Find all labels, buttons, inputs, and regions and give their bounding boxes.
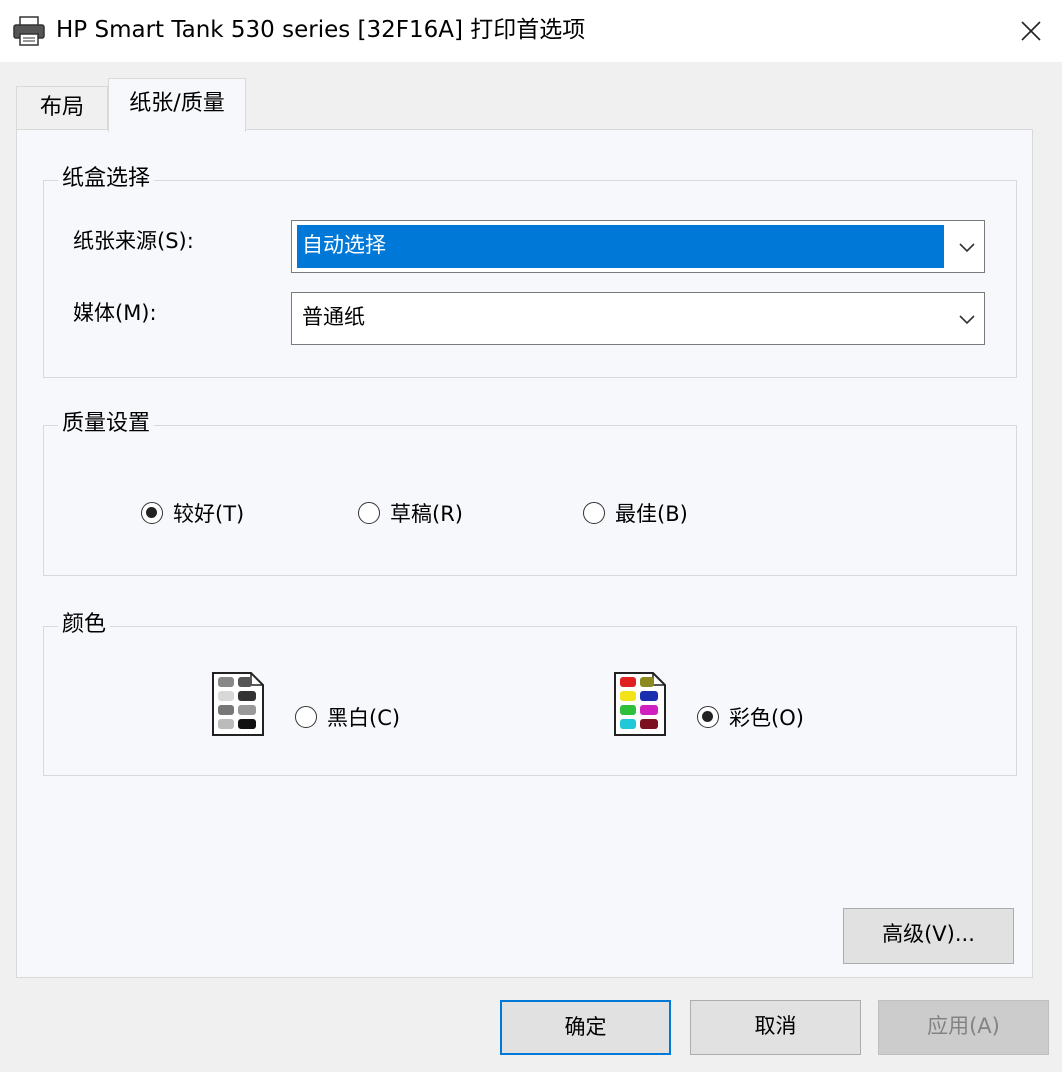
radio-circle — [141, 502, 163, 524]
chevron-down-icon — [959, 243, 975, 253]
media-dropdown[interactable]: 普通纸 — [291, 292, 985, 345]
radio-dot — [146, 507, 157, 518]
quality-draft-label: 草稿(R) — [390, 502, 463, 526]
chevron-down-icon — [959, 315, 975, 325]
apply-button: 应用(A) — [878, 1000, 1049, 1055]
quality-best-label: 最佳(B) — [615, 502, 688, 526]
quality-settings-legend: 质量设置 — [58, 408, 155, 440]
color-group: 颜色 黑白(C) 彩色(O) — [43, 609, 1017, 776]
selection-highlight — [297, 225, 944, 268]
quality-normal-radio[interactable]: 较好(T) — [141, 499, 261, 529]
color-color-label: 彩色(O) — [729, 706, 804, 730]
close-button[interactable] — [1000, 0, 1062, 62]
tab-layout[interactable]: 布局 — [16, 86, 108, 130]
radio-circle — [358, 502, 380, 524]
media-value: 普通纸 — [302, 305, 365, 329]
quality-draft-radio[interactable]: 草稿(R) — [358, 499, 478, 529]
apply-button-label: 应用(A) — [927, 1014, 1000, 1038]
grayscale-document-icon — [211, 671, 265, 741]
advanced-button-label: 高级(V)... — [882, 922, 975, 946]
title-bar: HP Smart Tank 530 series [32F16A] 打印首选项 — [0, 0, 1062, 62]
color-color-radio[interactable]: 彩色(O) — [697, 703, 817, 733]
quality-normal-label: 较好(T) — [173, 502, 245, 526]
close-icon — [1021, 21, 1041, 41]
tab-panel: 纸盒选择 纸张来源(S): 自动选择 媒体(M): 普通纸 质量设置 较好(T)… — [16, 129, 1033, 978]
window-title: HP Smart Tank 530 series [32F16A] 打印首选项 — [56, 17, 586, 43]
color-legend: 颜色 — [58, 609, 111, 641]
radio-circle — [583, 502, 605, 524]
cancel-button-label: 取消 — [754, 1014, 797, 1038]
advanced-button[interactable]: 高级(V)... — [843, 908, 1014, 964]
cancel-button[interactable]: 取消 — [690, 1000, 861, 1055]
ok-button[interactable]: 确定 — [500, 1000, 671, 1055]
tab-paper-quality-label: 纸张/质量 — [129, 91, 225, 116]
paper-source-value: 自动选择 — [302, 233, 386, 257]
quality-best-radio[interactable]: 最佳(B) — [583, 499, 703, 529]
paper-source-dropdown[interactable]: 自动选择 — [291, 220, 985, 273]
color-bw-label: 黑白(C) — [327, 706, 401, 730]
color-bw-radio[interactable]: 黑白(C) — [295, 703, 415, 733]
media-label: 媒体(M): — [73, 301, 157, 325]
tray-selection-legend: 纸盒选择 — [58, 163, 155, 195]
paper-source-label: 纸张来源(S): — [73, 229, 194, 253]
quality-settings-group: 质量设置 较好(T) 草稿(R) 最佳(B) — [43, 408, 1017, 576]
tab-layout-label: 布局 — [39, 95, 84, 120]
tray-selection-group: 纸盒选择 纸张来源(S): 自动选择 媒体(M): 普通纸 — [43, 163, 1017, 378]
printer-icon — [12, 16, 46, 46]
color-document-icon — [613, 671, 667, 741]
radio-circle — [295, 706, 317, 728]
ok-button-label: 确定 — [564, 1015, 607, 1039]
tab-paper-quality[interactable]: 纸张/质量 — [108, 78, 246, 132]
radio-circle — [697, 706, 719, 728]
radio-dot — [702, 711, 713, 722]
